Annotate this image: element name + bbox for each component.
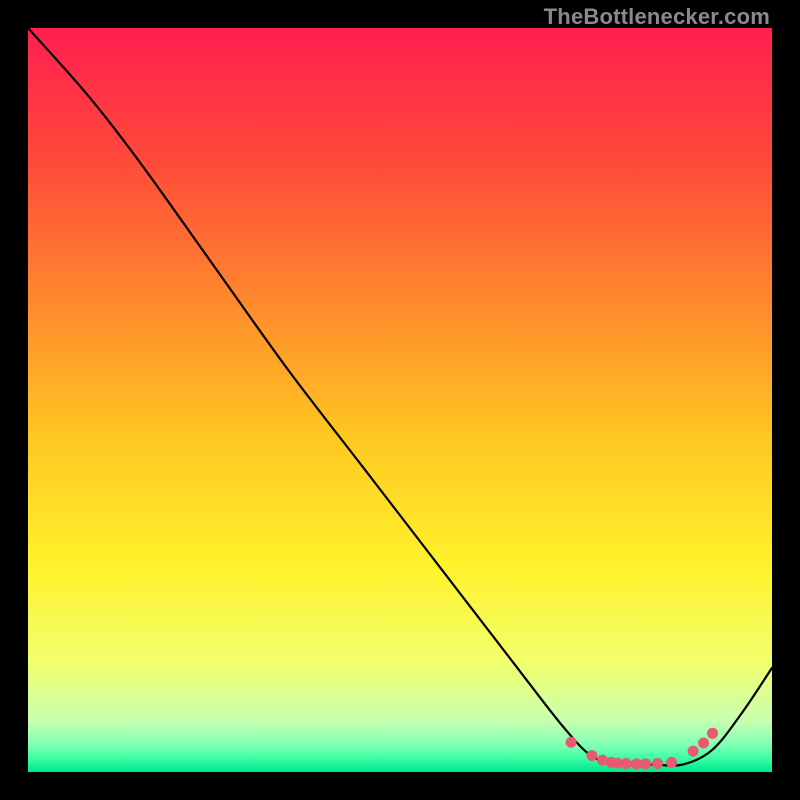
chart-marker xyxy=(707,728,718,739)
chart-background xyxy=(28,28,772,772)
chart-marker xyxy=(698,737,709,748)
chart-marker xyxy=(586,750,597,761)
chart-frame: TheBottleneсker.com xyxy=(0,0,800,800)
chart-marker xyxy=(688,746,699,757)
chart-marker xyxy=(640,758,651,769)
watermark-text: TheBottleneсker.com xyxy=(544,4,770,30)
chart-marker xyxy=(621,758,632,769)
bottleneck-chart xyxy=(28,28,772,772)
chart-marker xyxy=(652,758,663,769)
chart-marker xyxy=(566,737,577,748)
chart-marker xyxy=(666,757,677,768)
